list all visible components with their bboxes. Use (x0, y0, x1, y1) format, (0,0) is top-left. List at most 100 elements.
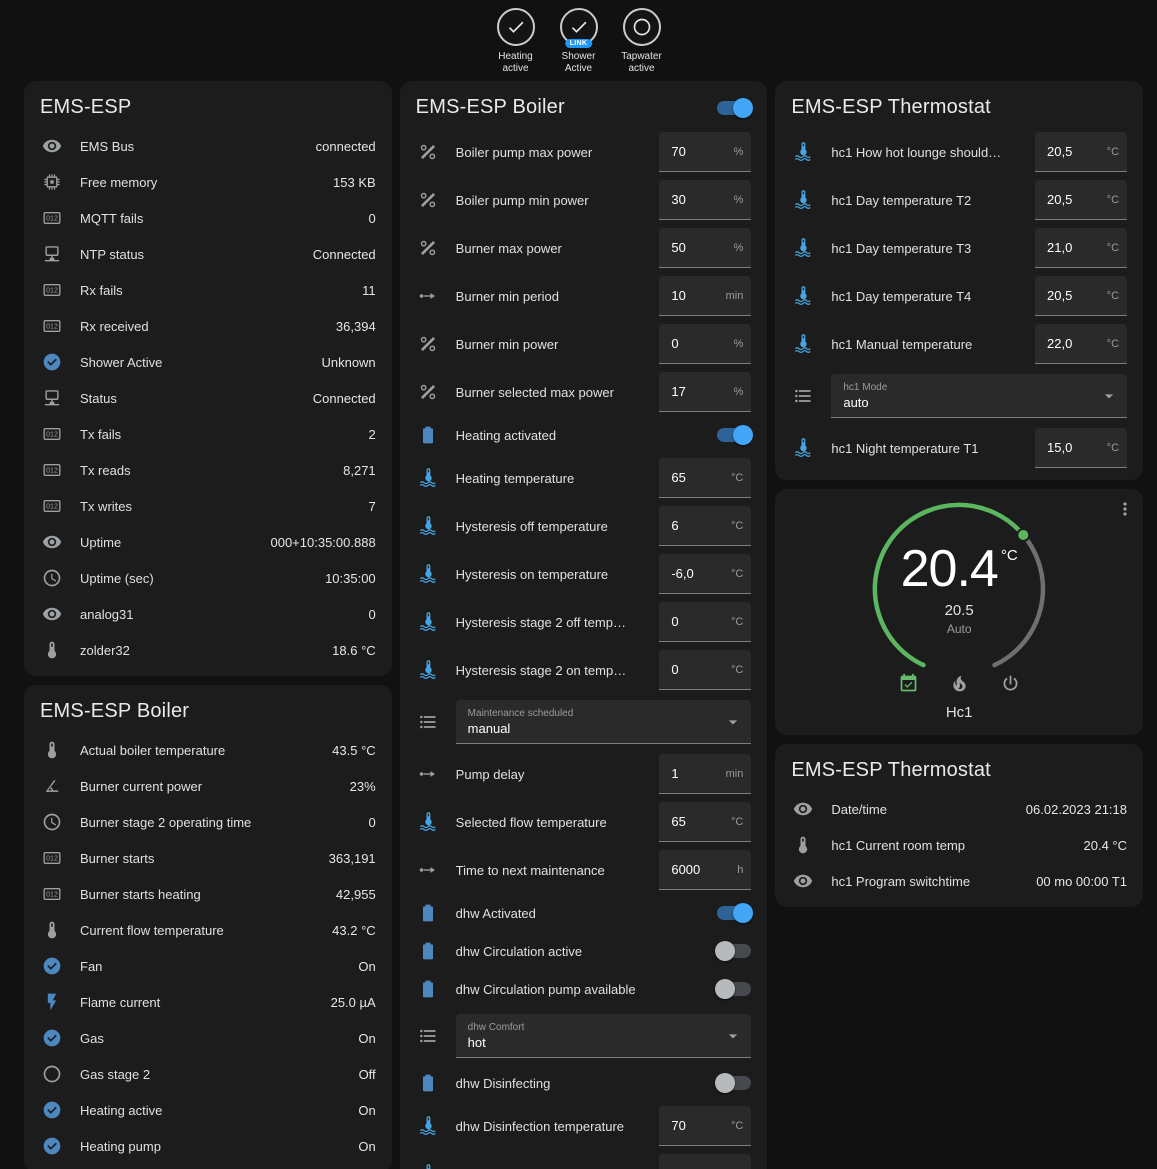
toggle-switch[interactable] (717, 982, 751, 996)
number-input[interactable]: 17% (659, 372, 751, 412)
ray-icon (416, 284, 440, 308)
entity-row[interactable]: 012Tx reads8,271 (24, 452, 392, 488)
card-header: EMS-ESP (24, 81, 392, 128)
number-input[interactable]: 10min (659, 276, 751, 316)
number-input[interactable]: 40°C (659, 1154, 751, 1169)
entity-row[interactable]: StatusConnected (24, 380, 392, 416)
number-input[interactable]: 30% (659, 180, 751, 220)
entity-row[interactable]: 012Burner starts363,191 (24, 840, 392, 876)
entity-row[interactable]: zolder3218.6 °C (24, 632, 392, 668)
badge-heating-active[interactable]: Heating active (487, 8, 545, 75)
thermostat-dial[interactable]: 20.4°C20.5Auto (844, 501, 1074, 677)
toggle-switch[interactable] (717, 1076, 751, 1090)
entity-row[interactable]: Burner stage 2 operating time0 (24, 804, 392, 840)
entity-row[interactable]: NTP statusConnected (24, 236, 392, 272)
entity-row[interactable]: Current flow temperature43.2 °C (24, 912, 392, 948)
entity-row: Burner max power50% (400, 224, 768, 272)
entity-row[interactable]: GasOn (24, 1020, 392, 1056)
entity-row[interactable]: Gas stage 2Off (24, 1056, 392, 1092)
number-input[interactable]: 65°C (659, 802, 751, 842)
badge-tapwater-active[interactable]: Tapwater active (613, 8, 671, 75)
select-input[interactable]: Maintenance scheduledmanual (456, 700, 752, 744)
entity-row: dhw Comforthot (400, 1008, 768, 1064)
counter-icon: 012 (40, 422, 64, 446)
number-input[interactable]: 70°C (659, 1106, 751, 1146)
circle-outline-icon (40, 1062, 64, 1086)
entity-row: Hysteresis off temperature6°C (400, 502, 768, 550)
entity-row[interactable]: analog310 (24, 596, 392, 632)
dashboard: Heating activeLINKShower ActiveTapwater … (0, 0, 1157, 1169)
entity-row[interactable]: 012Rx received36,394 (24, 308, 392, 344)
card-enable-toggle[interactable] (717, 101, 751, 115)
number-input[interactable]: 65°C (659, 458, 751, 498)
number-input[interactable]: 0% (659, 324, 751, 364)
select-input[interactable]: hc1 Modeauto (831, 374, 1127, 418)
badge-label: Heating active (488, 51, 544, 75)
entity-name: Tx writes (80, 499, 360, 514)
select-label: hc1 Mode (843, 382, 1097, 393)
number-unit: °C (731, 1120, 743, 1132)
entity-name: Hysteresis stage 2 off temp… (456, 615, 660, 630)
entity-row[interactable]: Free memory153 KB (24, 164, 392, 200)
entity-name: hc1 Manual temperature (831, 337, 1035, 352)
number-input[interactable]: 1min (659, 754, 751, 794)
number-input[interactable]: 0°C (659, 650, 751, 690)
entity-row[interactable]: Uptime 000+10:35:00.888 (24, 524, 392, 560)
number-input[interactable]: 20,5°C (1035, 180, 1127, 220)
number-input[interactable]: 22,0°C (1035, 324, 1127, 364)
number-input[interactable]: 15,0°C (1035, 428, 1127, 468)
entity-name: Tx reads (80, 463, 335, 478)
entity-row[interactable]: Uptime (sec)10:35:00 (24, 560, 392, 596)
entity-name: hc1 Night temperature T1 (831, 441, 1035, 456)
entity-row[interactable]: 012Tx writes7 (24, 488, 392, 524)
number-input[interactable]: 70% (659, 132, 751, 172)
entity-row: dhw Flow temperature offset40°C (400, 1150, 768, 1169)
number-input[interactable]: -6,0°C (659, 554, 751, 594)
badge-shower-active[interactable]: LINKShower Active (550, 8, 608, 75)
number-input[interactable]: 0°C (659, 602, 751, 642)
entity-row[interactable]: Date/time06.02.2023 21:18 (775, 791, 1143, 827)
entity-row[interactable]: EMS Busconnected (24, 128, 392, 164)
number-input[interactable]: 20,5°C (1035, 132, 1127, 172)
thermo-water-icon (791, 332, 815, 356)
ray-icon (416, 858, 440, 882)
entity-row[interactable]: Heating pumpOn (24, 1128, 392, 1164)
entity-state: 000+10:35:00.888 (270, 535, 375, 550)
counter-icon: 012 (40, 206, 64, 230)
entity-row: dhw Disinfection temperature70°C (400, 1102, 768, 1150)
thermometer-icon (40, 638, 64, 662)
card-ems-esp-boiler: EMS-ESP BoilerActual boiler temperature4… (24, 685, 392, 1169)
entity-row[interactable]: 012Burner starts heating42,955 (24, 876, 392, 912)
entity-row[interactable]: hc1 Current room temp20.4 °C (775, 827, 1143, 863)
entity-row[interactable]: hc1 Program switchtime00 mo 00:00 T1 (775, 863, 1143, 899)
entity-row[interactable]: 012Tx fails2 (24, 416, 392, 452)
number-input[interactable]: 21,0°C (1035, 228, 1127, 268)
entity-row[interactable]: Heating activeOn (24, 1092, 392, 1128)
number-unit: % (734, 194, 744, 206)
eye-icon (40, 602, 64, 626)
toggle-switch[interactable] (717, 906, 751, 920)
entity-row[interactable]: Shower ActiveUnknown (24, 344, 392, 380)
entity-row[interactable]: 012Rx fails11 (24, 272, 392, 308)
entity-row[interactable]: Flame current25.0 µA (24, 984, 392, 1020)
toggle-knob (715, 941, 735, 961)
select-input[interactable]: dhw Comforthot (456, 1014, 752, 1058)
thermostat-card: 20.4°C20.5AutoHc1 (775, 489, 1143, 735)
entity-name: dhw Activated (456, 906, 710, 921)
memory-icon (40, 170, 64, 194)
caret-down-icon (721, 710, 745, 734)
entity-row[interactable]: Actual boiler temperature43.5 °C (24, 732, 392, 768)
number-value: 0 (671, 662, 678, 677)
toggle-switch[interactable] (717, 428, 751, 442)
target-temperature: 20.5 (844, 602, 1074, 619)
number-input[interactable]: 20,5°C (1035, 276, 1127, 316)
entity-row[interactable]: Burner current power23% (24, 768, 392, 804)
number-input[interactable]: 50% (659, 228, 751, 268)
entity-row[interactable]: 012MQTT fails0 (24, 200, 392, 236)
entity-name: Uptime (80, 535, 262, 550)
entity-row[interactable]: FanOn (24, 948, 392, 984)
number-input[interactable]: 6°C (659, 506, 751, 546)
toggle-switch[interactable] (717, 944, 751, 958)
more-menu-icon[interactable] (1115, 499, 1135, 524)
number-input[interactable]: 6000h (659, 850, 751, 890)
